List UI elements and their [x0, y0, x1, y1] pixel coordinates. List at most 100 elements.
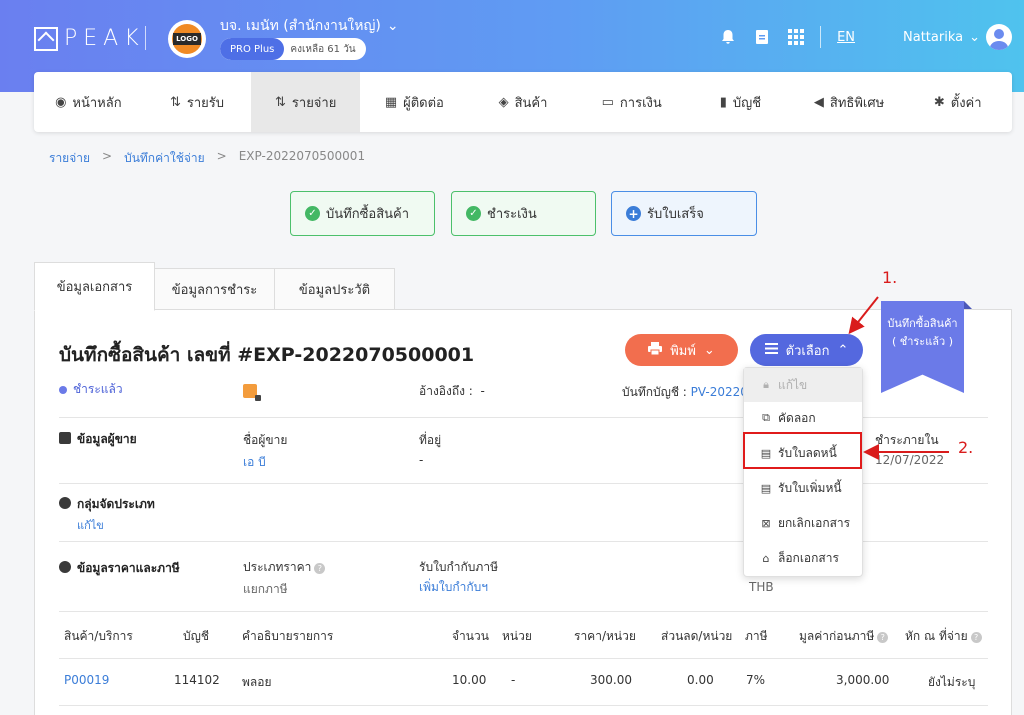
- chevron-down-icon: ⌄: [703, 342, 715, 358]
- user-name: Nattarika: [903, 29, 964, 45]
- purchase-step-button[interactable]: ✓ บันทึกซื้อสินค้า: [290, 191, 435, 236]
- apps-grid-icon[interactable]: [788, 29, 805, 45]
- header-divider: [820, 26, 822, 48]
- category-edit-link[interactable]: แก้ไข: [77, 516, 104, 534]
- qty-cell: 10.00: [452, 673, 487, 687]
- vendor-name-link[interactable]: เอ บี: [243, 453, 266, 472]
- reference-label: อ้างอิงถึง : -: [419, 382, 485, 401]
- due-label: ชำระภายใน: [875, 433, 939, 447]
- price-type-value: แยกภาษี: [243, 582, 288, 596]
- help-icon[interactable]: ?: [314, 563, 326, 574]
- pricing-section-title: ข้อมูลราคาและภาษี: [59, 559, 180, 578]
- price-type-label: ประเภทราคา?: [243, 558, 326, 577]
- status-badge: ชำระแล้ว: [59, 380, 123, 399]
- options-label: ตัวเลือก: [785, 343, 830, 359]
- nav-label: รายจ่าย: [291, 95, 337, 111]
- document-icon[interactable]: [754, 29, 770, 45]
- product-code-link[interactable]: P00019: [64, 673, 109, 687]
- help-icon[interactable]: ?: [877, 632, 889, 643]
- menu-item-lock[interactable]: ⌂ ล็อกเอกสาร: [744, 541, 862, 575]
- attachment-lock-icon[interactable]: [243, 384, 261, 401]
- language-switch[interactable]: EN: [837, 30, 855, 45]
- dashboard-icon: ◉: [55, 94, 67, 110]
- divider: [59, 658, 988, 659]
- nav-item-income[interactable]: ⇅ รายรับ: [143, 72, 252, 132]
- tab-document-info[interactable]: ข้อมูลเอกสาร: [34, 262, 155, 311]
- unit-cell: -: [511, 673, 516, 687]
- lock-icon: 🔒︎: [763, 378, 769, 391]
- ribbon-status: ( ชำระแล้ว ): [891, 335, 954, 348]
- nav-item-home[interactable]: ◉ หน้าหลัก: [34, 72, 143, 132]
- tab-history-info[interactable]: ข้อมูลประวัติ: [274, 268, 395, 310]
- pricing-section-text: ข้อมูลราคาและภาษี: [77, 561, 180, 575]
- breadcrumb-expense[interactable]: รายจ่าย: [49, 149, 90, 168]
- plan-name: PRO Plus: [220, 38, 285, 60]
- nav-item-expense[interactable]: ⇅ รายจ่าย: [251, 72, 361, 132]
- product-icon: ◈: [498, 94, 509, 110]
- reference-value: -: [480, 384, 485, 398]
- payment-step-button[interactable]: ✓ ชำระเงิน: [451, 191, 596, 236]
- menu-item-label: คัดลอก: [778, 410, 816, 425]
- vendor-section-text: ข้อมูลผู้ขาย: [77, 432, 137, 446]
- nav-label: ผู้ติดต่อ: [403, 95, 444, 111]
- menu-item-label: ล็อกเอกสาร: [778, 550, 839, 565]
- column-header-tax: ภาษี: [745, 629, 768, 643]
- chevron-up-icon: ⌃: [837, 342, 849, 358]
- status-dot-icon: [59, 385, 67, 394]
- company-logo[interactable]: LOGO: [168, 20, 206, 58]
- nav-item-accounting[interactable]: ▮ บัญชี: [686, 72, 795, 132]
- receipt-step-button[interactable]: + รับใบเสร็จ: [611, 191, 757, 236]
- add-tax-invoice-link[interactable]: เพิ่มใบกำกับฯ: [419, 578, 488, 597]
- user-menu[interactable]: Nattarika ⌄: [903, 30, 980, 45]
- vendor-section-title: ข้อมูลผู้ขาย: [59, 430, 137, 449]
- breadcrumb: รายจ่าย > บันทึกค่าใช้จ่าย > EXP-2022070…: [49, 149, 365, 168]
- options-button[interactable]: ตัวเลือก ⌃: [750, 334, 863, 366]
- page-title: บันทึกซื้อสินค้า เลขที่ #EXP-20220705000…: [59, 344, 475, 366]
- menu-item-edit[interactable]: 🔒︎ แก้ไข: [744, 368, 862, 402]
- lock-icon: ⌂: [762, 551, 770, 565]
- purchase-step-label: บันทึกซื้อสินค้า: [326, 207, 410, 222]
- column-header-description: คำอธิบายรายการ: [242, 629, 334, 643]
- journal-label: บันทึกบัญชี :: [622, 385, 687, 399]
- nav-label: บัญชี: [732, 95, 762, 111]
- menu-item-debit-note[interactable]: ▤ รับใบเพิ่มหนี้: [744, 471, 862, 505]
- peak-logo[interactable]: PEAK: [34, 26, 145, 51]
- header-divider: [145, 26, 146, 50]
- company-selector[interactable]: บจ. เมนัท (สำนักงานใหญ่) ⌄: [220, 15, 399, 37]
- file-x-icon: ⊠: [761, 516, 771, 530]
- tab-payment-info[interactable]: ข้อมูลการชำระ: [154, 268, 275, 310]
- wht-cell: ยังไม่ระบุ: [928, 675, 976, 689]
- logo-text: PEAK: [64, 26, 145, 51]
- nav-item-privileges[interactable]: ◀ สิทธิพิเศษ: [795, 72, 904, 132]
- breadcrumb-current: EXP-2022070500001: [238, 149, 366, 163]
- building-icon: [59, 432, 71, 444]
- column-header-pretax: มูลค่าก่อนภาษี?: [799, 627, 889, 646]
- breadcrumb-separator: >: [102, 149, 113, 163]
- print-button[interactable]: พิมพ์ ⌄: [625, 334, 738, 366]
- nav-item-contacts[interactable]: ▦ ผู้ติดต่อ: [360, 72, 469, 132]
- nav-label: ตั้งค่า: [950, 95, 982, 111]
- nav-label: การเงิน: [619, 95, 662, 111]
- megaphone-icon: ◀: [813, 94, 824, 110]
- bell-icon[interactable]: [720, 29, 736, 45]
- plus-circle-icon: +: [626, 206, 641, 221]
- plan-badge[interactable]: PRO Plus คงเหลือ 61 วัน: [220, 38, 366, 60]
- menu-item-label: ยกเลิกเอกสาร: [778, 515, 851, 530]
- copy-icon: ⧉: [762, 411, 770, 424]
- nav-item-product[interactable]: ◈ สินค้า: [469, 72, 578, 132]
- vendor-name-label: ชื่อผู้ขาย: [243, 433, 288, 447]
- tax-cell: 7%: [746, 673, 766, 687]
- payment-step-label: ชำระเงิน: [487, 207, 537, 222]
- menu-item-copy[interactable]: ⧉ คัดลอก: [744, 401, 862, 435]
- breadcrumb-expense-record[interactable]: บันทึกค่าใช้จ่าย: [124, 149, 205, 168]
- address-value: -: [419, 453, 424, 467]
- journal-ref: บันทึกบัญชี : PV-202207: [622, 383, 756, 402]
- menu-item-void[interactable]: ⊠ ยกเลิกเอกสาร: [744, 506, 862, 540]
- amount-cell: 3,000.00: [836, 673, 890, 687]
- nav-item-finance[interactable]: ▭ การเงิน: [577, 72, 686, 132]
- column-header-price: ราคา/หน่วย: [574, 629, 636, 643]
- avatar[interactable]: [986, 24, 1012, 50]
- nav-item-settings[interactable]: ✱ ตั้งค่า: [903, 72, 1012, 132]
- help-icon[interactable]: ?: [970, 632, 982, 643]
- tab-label: ข้อมูลการชำระ: [171, 282, 258, 298]
